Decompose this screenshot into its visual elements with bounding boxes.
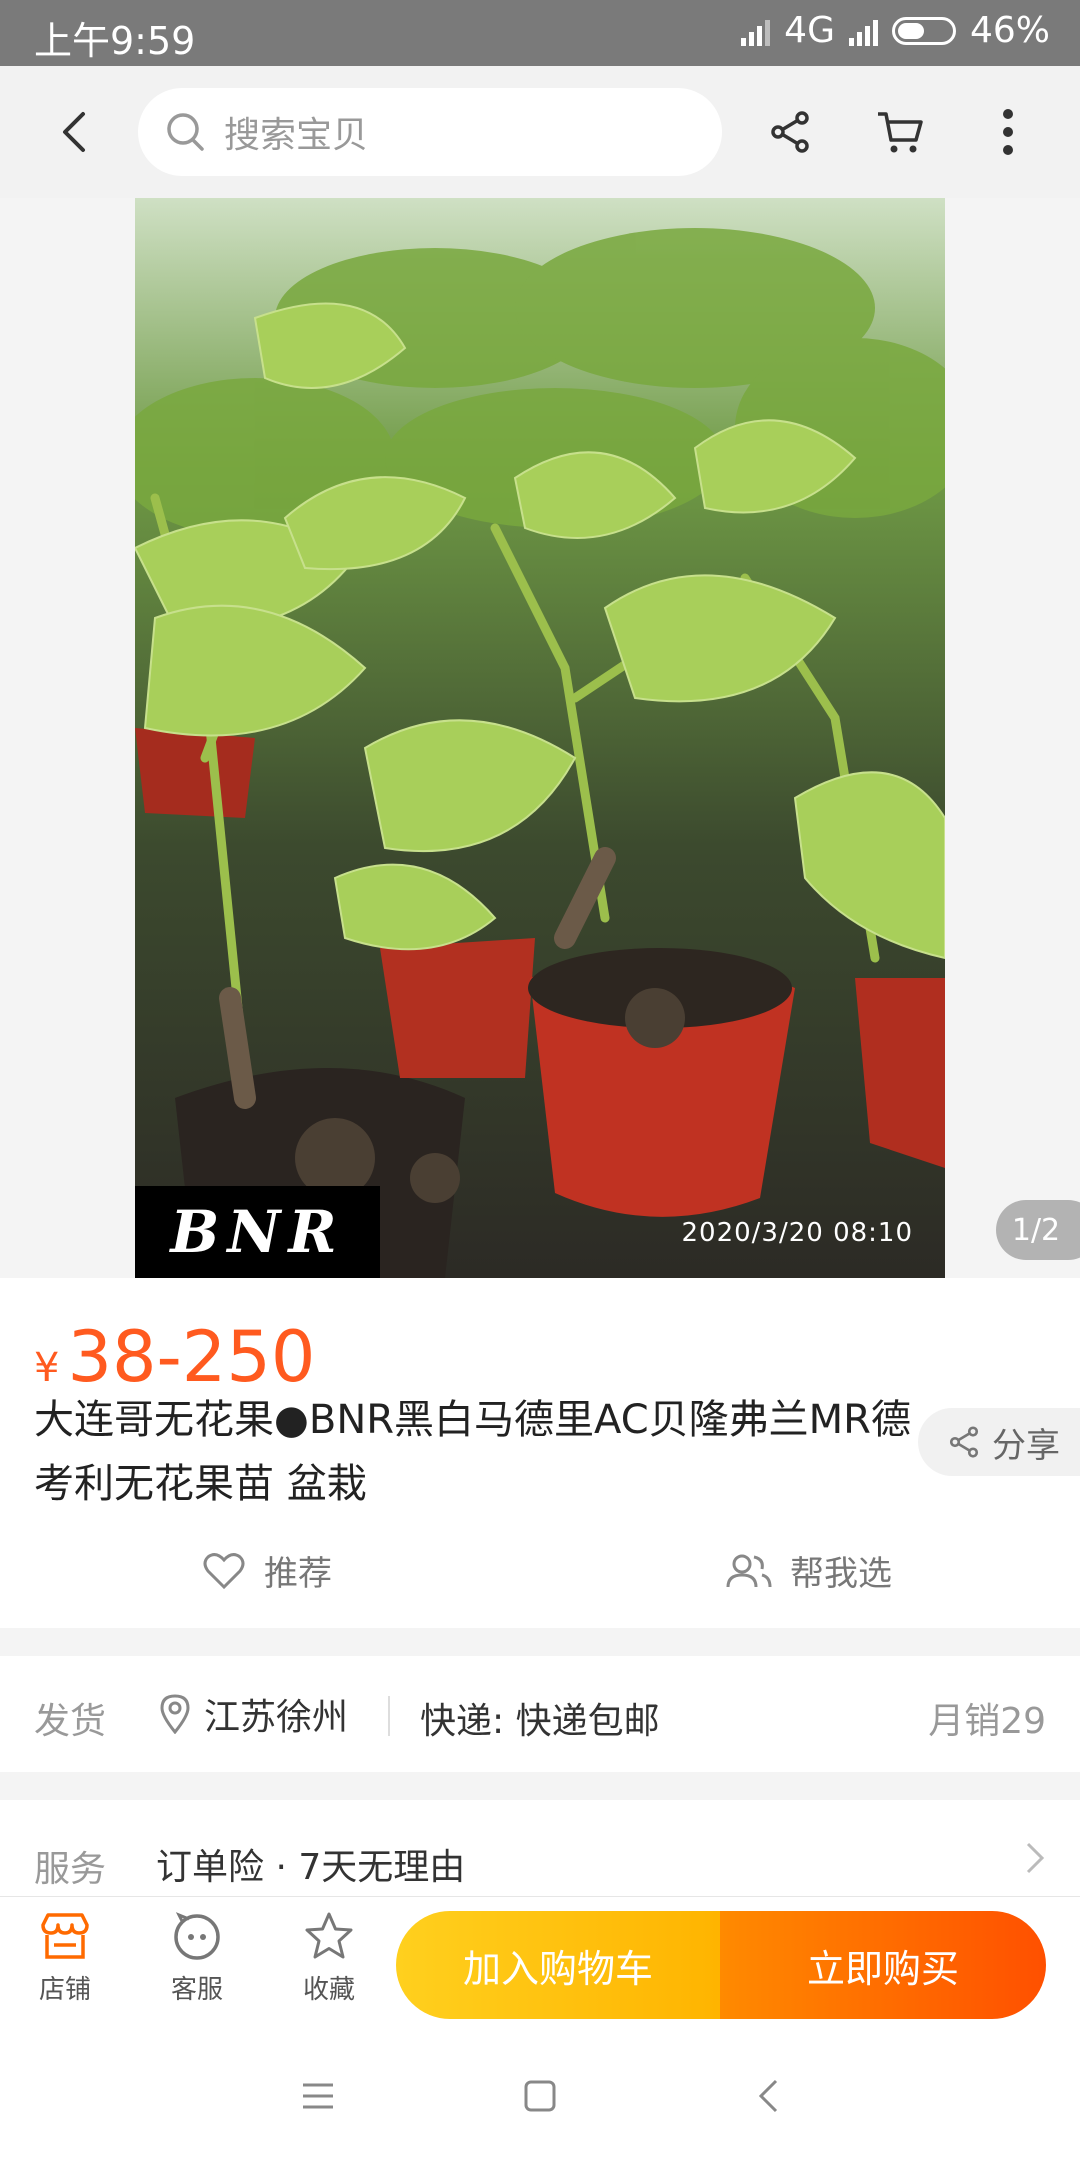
customer-service-icon bbox=[174, 1912, 220, 1960]
more-button[interactable] bbox=[970, 94, 1046, 170]
battery-icon bbox=[891, 16, 956, 45]
price-value: 38-250 bbox=[67, 1316, 316, 1398]
status-bar: 上午9:59 4G 46% bbox=[0, 0, 1080, 66]
share-pill-button[interactable]: 分享 bbox=[918, 1408, 1080, 1476]
currency-symbol: ¥ bbox=[34, 1345, 60, 1391]
customer-service-tab[interactable]: 客服 bbox=[142, 1911, 252, 2006]
network-type: 4G bbox=[784, 10, 835, 51]
home-square-icon bbox=[524, 2080, 556, 2112]
people-icon bbox=[726, 1554, 772, 1587]
cart-button[interactable] bbox=[862, 94, 938, 170]
help-choose-label: 帮我选 bbox=[790, 1554, 892, 1594]
signal-icon-2 bbox=[848, 16, 878, 46]
product-title: 大连哥无花果●BNR黑白马德里AC贝隆弗兰MR德考利无花果苗 盆栽 bbox=[34, 1397, 911, 1507]
service-row[interactable]: 服务 订单险 · 7天无理由 bbox=[0, 1800, 1080, 1896]
recommend-label: 推荐 bbox=[264, 1554, 332, 1594]
menu-icon bbox=[303, 2083, 333, 2109]
back-icon bbox=[63, 112, 85, 152]
back-triangle-icon bbox=[758, 2079, 778, 2113]
share-label: 分享 bbox=[992, 1425, 1060, 1466]
shop-icon bbox=[41, 1913, 89, 1959]
bottom-action-bar: 店铺 客服 收藏 加入购物车 立即购买 bbox=[0, 1896, 1080, 2029]
system-nav-bar bbox=[0, 2028, 1080, 2160]
heart-icon bbox=[203, 1552, 245, 1589]
photo-timestamp: 2020/3/20 08:10 bbox=[681, 1218, 913, 1248]
search-placeholder: 搜索宝贝 bbox=[224, 115, 369, 156]
shop-label: 店铺 bbox=[38, 1975, 91, 2005]
fig-plant-photo bbox=[135, 198, 945, 1278]
express-info: 快递: 快递包邮 bbox=[420, 1701, 660, 1742]
customer-service-label: 客服 bbox=[170, 1975, 223, 2005]
monthly-sales: 月销29 bbox=[928, 1701, 1046, 1742]
shop-tab[interactable]: 店铺 bbox=[10, 1911, 120, 2006]
battery-level: 46% bbox=[969, 10, 1050, 51]
favorite-tab[interactable]: 收藏 bbox=[274, 1911, 384, 2006]
help-choose-button[interactable]: 帮我选 bbox=[724, 1546, 892, 1595]
top-nav-bar: 搜索宝贝 bbox=[0, 66, 1080, 198]
shipping-label: 发货 bbox=[34, 1701, 107, 1742]
share-icon bbox=[949, 1426, 979, 1458]
service-label: 服务 bbox=[34, 1849, 107, 1890]
divider bbox=[388, 1696, 390, 1736]
image-counter: 1/2 bbox=[996, 1200, 1080, 1260]
chevron-right-icon bbox=[1026, 1842, 1045, 1874]
shipping-row[interactable]: 发货 江苏徐州 快递: 快递包邮 月销29 bbox=[0, 1656, 1080, 1772]
location-pin-icon bbox=[160, 1694, 190, 1734]
back-button[interactable] bbox=[40, 96, 110, 168]
shipping-location: 江苏徐州 bbox=[204, 1697, 349, 1738]
more-icon bbox=[1003, 109, 1013, 155]
buy-now-button[interactable]: 立即购买 bbox=[720, 1911, 1046, 2019]
favorite-label: 收藏 bbox=[302, 1975, 355, 2005]
menu-nav-button[interactable] bbox=[288, 2066, 348, 2126]
add-to-cart-button[interactable]: 加入购物车 bbox=[396, 1911, 720, 2019]
search-input[interactable]: 搜索宝贝 bbox=[138, 88, 722, 176]
product-info: ¥ 38-250 大连哥无花果●BNR黑白马德里AC贝隆弗兰MR德考利无花果苗 … bbox=[0, 1278, 1080, 1628]
share-icon bbox=[771, 111, 809, 153]
share-button[interactable] bbox=[752, 94, 828, 170]
home-nav-button[interactable] bbox=[510, 2066, 570, 2126]
service-items: 订单险 · 7天无理由 bbox=[156, 1847, 466, 1888]
star-icon bbox=[305, 1912, 353, 1959]
search-icon bbox=[167, 113, 204, 151]
watermark-logo: BNR bbox=[135, 1186, 380, 1278]
cart-icon bbox=[878, 112, 923, 153]
status-time: 上午9:59 bbox=[34, 19, 196, 63]
recommend-button[interactable]: 推荐 bbox=[202, 1546, 332, 1595]
product-image[interactable]: BNR 2020/3/20 08:10 bbox=[135, 198, 945, 1278]
signal-icon bbox=[741, 16, 771, 46]
back-nav-button[interactable] bbox=[738, 2066, 798, 2126]
price: ¥ 38-250 bbox=[34, 1316, 315, 1398]
